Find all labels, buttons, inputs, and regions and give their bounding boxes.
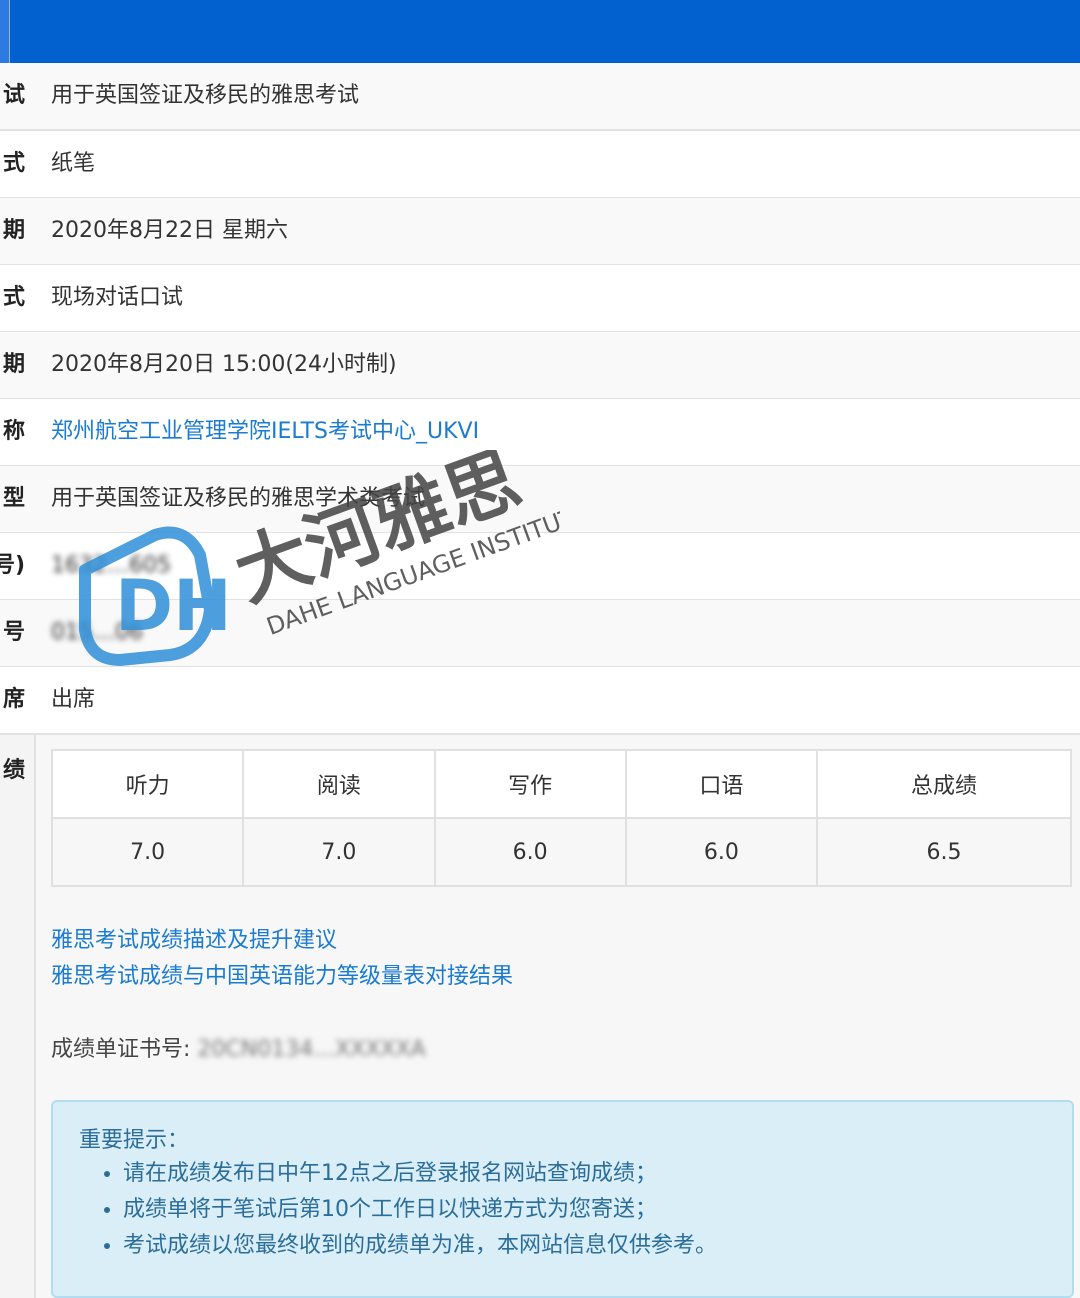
- window-edge: [0, 0, 10, 63]
- row-value: 出席: [51, 687, 96, 712]
- info-row-attendance: 席 出席: [0, 667, 1080, 735]
- certificate-value: 20CN0134…XXXXXA: [197, 1037, 426, 1062]
- score-description-link[interactable]: 雅思考试成绩描述及提升建议: [51, 923, 513, 959]
- notice-list: 请在成绩发布日中午12点之后登录报名网站查询成绩； 成绩单将于笔试后第10个工作…: [99, 1156, 717, 1264]
- important-notice: 重要提示： 请在成绩发布日中午12点之后登录报名网站查询成绩； 成绩单将于笔试后…: [51, 1100, 1074, 1298]
- header-overall: 总成绩: [816, 749, 1072, 819]
- top-navigation-bar: [0, 0, 1080, 63]
- notice-item: 成绩单将于笔试后第10个工作日以快递方式为您寄送；: [123, 1192, 717, 1228]
- info-row-test-centre: 称 郑州航空工业管理学院IELTS考试中心_UKVI: [0, 399, 1080, 467]
- row-label: 式: [2, 151, 25, 176]
- score-writing: 6.0: [433, 817, 627, 887]
- certificate-label: 成绩单证书号:: [51, 1037, 198, 1062]
- row-label: 期: [2, 218, 25, 243]
- score-value-row: 7.0 7.0 6.0 6.0 6.5: [50, 817, 1072, 887]
- row-value: 1632…605: [51, 553, 171, 578]
- cse-alignment-link[interactable]: 雅思考试成绩与中国英语能力等级量表对接结果: [51, 959, 513, 995]
- row-label: 号): [0, 553, 25, 578]
- row-value: 用于英国签证及移民的雅思学术类考试: [51, 486, 426, 511]
- links-section: 雅思考试成绩描述及提升建议 雅思考试成绩与中国英语能力等级量表对接结果: [51, 923, 513, 995]
- header-listening: 听力: [50, 749, 245, 819]
- row-value: 纸笔: [51, 151, 96, 176]
- notice-item: 考试成绩以您最终收到的成绩单为准，本网站信息仅供参考。: [123, 1228, 717, 1264]
- row-value: 015…06: [51, 620, 143, 645]
- info-row-candidate-number: 号 015…06: [0, 600, 1080, 668]
- test-centre-link[interactable]: 郑州航空工业管理学院IELTS考试中心_UKVI: [51, 399, 479, 465]
- row-label: 席: [2, 687, 25, 712]
- row-label: 式: [2, 285, 25, 310]
- scores-label: 绩: [2, 758, 25, 783]
- notice-item: 请在成绩发布日中午12点之后登录报名网站查询成绩；: [123, 1156, 717, 1192]
- row-label: 试: [2, 83, 25, 108]
- header-reading: 阅读: [242, 749, 436, 819]
- info-row-test-type: 试 用于英国签证及移民的雅思考试: [0, 63, 1080, 131]
- score-listening: 7.0: [50, 817, 245, 887]
- header-speaking: 口语: [624, 749, 819, 819]
- row-value: 用于英国签证及移民的雅思考试: [51, 83, 360, 108]
- score-table: 听力 阅读 写作 口语 总成绩 7.0 7.0 6.0 6.0 6.5: [50, 749, 1072, 887]
- info-row-speaking-date: 期 2020年8月20日 15:00(24小时制): [0, 332, 1080, 400]
- row-label: 期: [2, 352, 25, 377]
- row-label: 号: [2, 620, 25, 645]
- score-reading: 7.0: [242, 817, 436, 887]
- info-row-registration-number: 号) 1632…605: [0, 533, 1080, 601]
- row-label: 型: [2, 486, 25, 511]
- info-row-test-format: 式 纸笔: [0, 131, 1080, 199]
- score-header-row: 听力 阅读 写作 口语 总成绩: [50, 749, 1072, 819]
- info-row-module: 型 用于英国签证及移民的雅思学术类考试: [0, 466, 1080, 534]
- info-row-test-date: 期 2020年8月22日 星期六: [0, 198, 1080, 266]
- certificate-number: 成绩单证书号: 20CN0134…XXXXXA: [51, 1031, 426, 1063]
- row-label: 称: [2, 419, 25, 444]
- info-row-speaking-format: 式 现场对话口试: [0, 265, 1080, 333]
- row-value: 现场对话口试: [51, 285, 184, 310]
- score-speaking: 6.0: [624, 817, 819, 887]
- notice-title: 重要提示：: [79, 1128, 190, 1153]
- row-value: 2020年8月20日 15:00(24小时制): [51, 352, 397, 377]
- header-writing: 写作: [433, 749, 627, 819]
- row-value: 2020年8月22日 星期六: [51, 218, 288, 243]
- score-overall: 6.5: [816, 817, 1072, 887]
